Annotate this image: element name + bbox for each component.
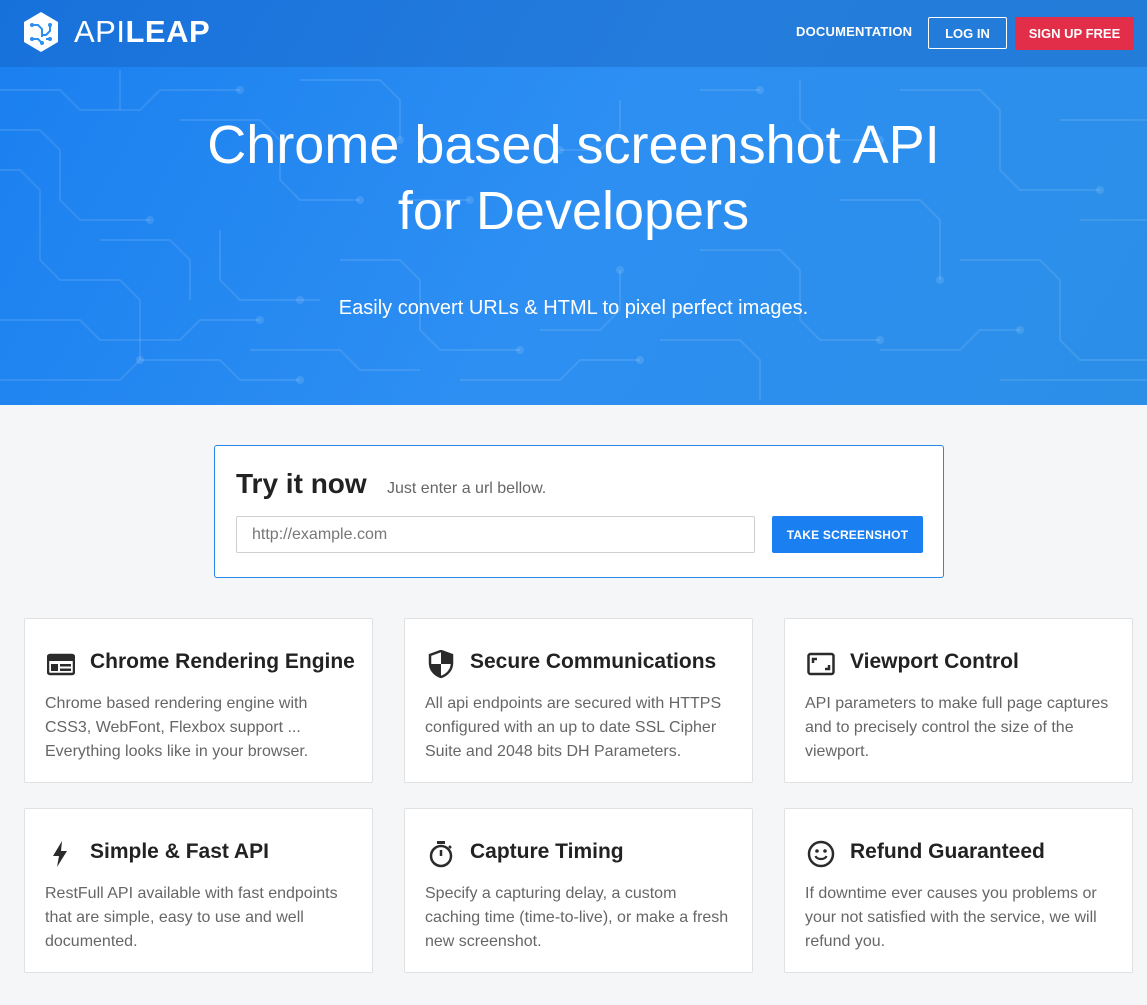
nav-documentation-link[interactable]: DOCUMENTATION xyxy=(796,24,912,39)
feature-title: Chrome Rendering Engine xyxy=(90,650,355,673)
feature-card-chrome-rendering: Chrome Rendering Engine Chrome based ren… xyxy=(24,618,373,783)
feature-card-simple-fast-api: Simple & Fast API RestFull API available… xyxy=(24,808,373,973)
feature-description: Chrome based rendering engine with CSS3,… xyxy=(45,695,309,760)
feature-title: Secure Communications xyxy=(470,650,717,673)
url-input[interactable] xyxy=(236,516,755,553)
feature-title: Viewport Control xyxy=(850,650,1019,673)
brand-name-bold: LEAP xyxy=(125,14,211,49)
feature-description: RestFull API available with fast endpoin… xyxy=(45,885,338,950)
shield-icon xyxy=(428,650,454,678)
stopwatch-icon xyxy=(429,841,453,868)
hero-title-line1: Chrome based screenshot API xyxy=(207,115,940,175)
try-title: Try it now xyxy=(236,468,367,499)
feature-title: Refund Guaranteed xyxy=(850,840,1045,863)
hero-subtitle: Easily convert URLs & HTML to pixel perf… xyxy=(338,297,809,319)
feature-description: If downtime ever causes you problems or … xyxy=(805,885,1097,950)
hero-title-line2: for Developers xyxy=(397,181,750,241)
try-it-panel: Try it now Just enter a url bellow. TAKE… xyxy=(214,445,944,578)
top-nav-bar: APILEAP DOCUMENTATION LOG IN SIGN UP FRE… xyxy=(0,0,1147,67)
lightning-icon xyxy=(53,841,67,867)
take-screenshot-button[interactable]: TAKE SCREENSHOT xyxy=(772,516,923,553)
smiley-icon xyxy=(807,840,835,868)
signup-button[interactable]: SIGN UP FREE xyxy=(1015,17,1134,50)
brand-name-light: API xyxy=(74,14,126,49)
feature-title: Capture Timing xyxy=(470,840,624,863)
feature-card-refund-guaranteed: Refund Guaranteed If downtime ever cause… xyxy=(784,808,1133,973)
feature-title: Simple & Fast API xyxy=(90,840,269,863)
try-hint: Just enter a url bellow. xyxy=(387,480,547,497)
hexagon-logo-icon xyxy=(24,12,58,52)
brand-name: APILEAP xyxy=(74,11,210,53)
feature-card-viewport-control: Viewport Control API parameters to make … xyxy=(784,618,1133,783)
hero-section: APILEAP DOCUMENTATION LOG IN SIGN UP FRE… xyxy=(0,0,1147,405)
login-button[interactable]: LOG IN xyxy=(928,17,1007,49)
feature-description: All api endpoints are secured with HTTPS… xyxy=(425,695,722,760)
feature-description: Specify a capturing delay, a custom cach… xyxy=(425,885,729,950)
feature-card-secure-communications: Secure Communications All api endpoints … xyxy=(404,618,753,783)
brand-logo[interactable]: APILEAP xyxy=(22,11,210,53)
feature-card-capture-timing: Capture Timing Specify a capturing delay… xyxy=(404,808,753,973)
browser-window-icon xyxy=(47,653,75,676)
hero-title: Chrome based screenshot API for Develope… xyxy=(0,112,1147,244)
viewport-icon xyxy=(807,652,835,676)
feature-description: API parameters to make full page capture… xyxy=(805,695,1109,760)
